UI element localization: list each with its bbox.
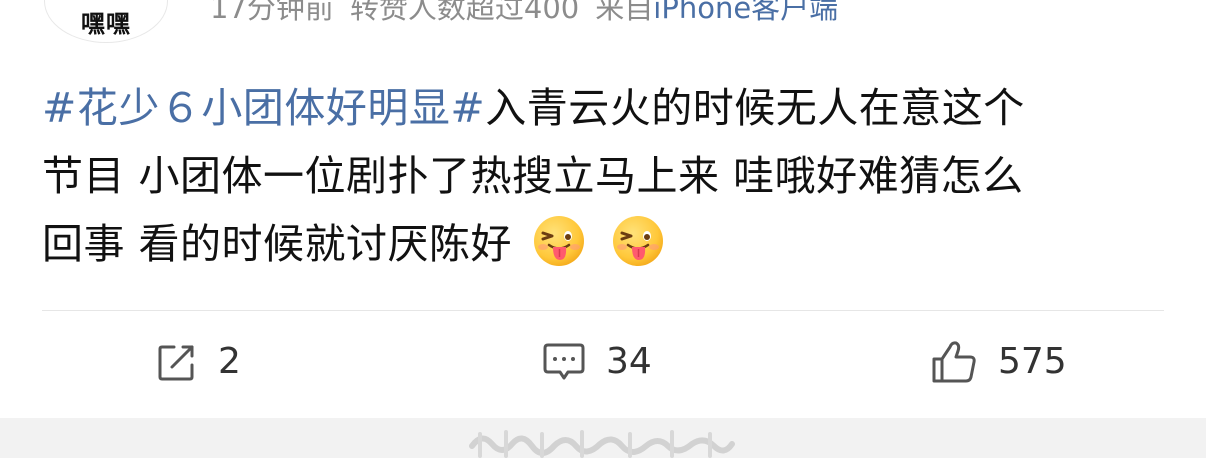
edit-share-icon <box>158 345 194 381</box>
bottom-bar <box>0 418 1206 458</box>
tongue-out-emoji-2 <box>613 216 664 266</box>
post-meta: 17分钟前 转赞人数超过400 来自iPhone客户端 <box>210 0 838 29</box>
comment-icon <box>543 343 585 380</box>
source-device-link[interactable]: iPhone客户端 <box>653 0 838 25</box>
post-time: 17分钟前 <box>210 0 334 25</box>
divider <box>42 310 1164 311</box>
like-button[interactable]: 575 <box>930 332 1067 392</box>
tongue-out-emoji-1 <box>533 216 584 266</box>
repost-count: 2 <box>218 341 241 382</box>
avatar-text: 嘿嘿 <box>81 10 131 38</box>
action-bar: 2 34 575 <box>0 332 1206 392</box>
post-text-line1: 入青云火的时候无人在意这个 <box>485 84 1025 132</box>
thumbs-up-icon <box>932 341 976 383</box>
source-prefix: 来自 <box>595 0 654 25</box>
repost-button[interactable]: 2 <box>156 332 241 392</box>
post-text-line3: 回事 看的时候就讨厌陈好 <box>42 220 513 268</box>
avatar[interactable]: 嘿嘿 <box>45 0 167 42</box>
repost-note: 转赞人数超过400 <box>349 0 580 25</box>
weibo-post-card: 嘿嘿 17分钟前 转赞人数超过400 来自iPhone客户端 #花少６小团体好明显#… <box>0 0 1206 458</box>
comment-button[interactable]: 34 <box>542 332 652 392</box>
post-text: #花少６小团体好明显#入青云火的时候无人在意这个 节目 小团体一位剧扑了热搜立马… <box>42 74 1172 278</box>
like-count: 575 <box>998 341 1067 382</box>
post-text-line2: 节目 小团体一位剧扑了热搜立马上来 哇哦好难猜怎么 <box>42 152 1024 200</box>
comment-count: 34 <box>606 341 652 382</box>
watermark-scribble <box>469 430 735 458</box>
hashtag-link[interactable]: #花少６小团体好明显# <box>42 84 485 132</box>
